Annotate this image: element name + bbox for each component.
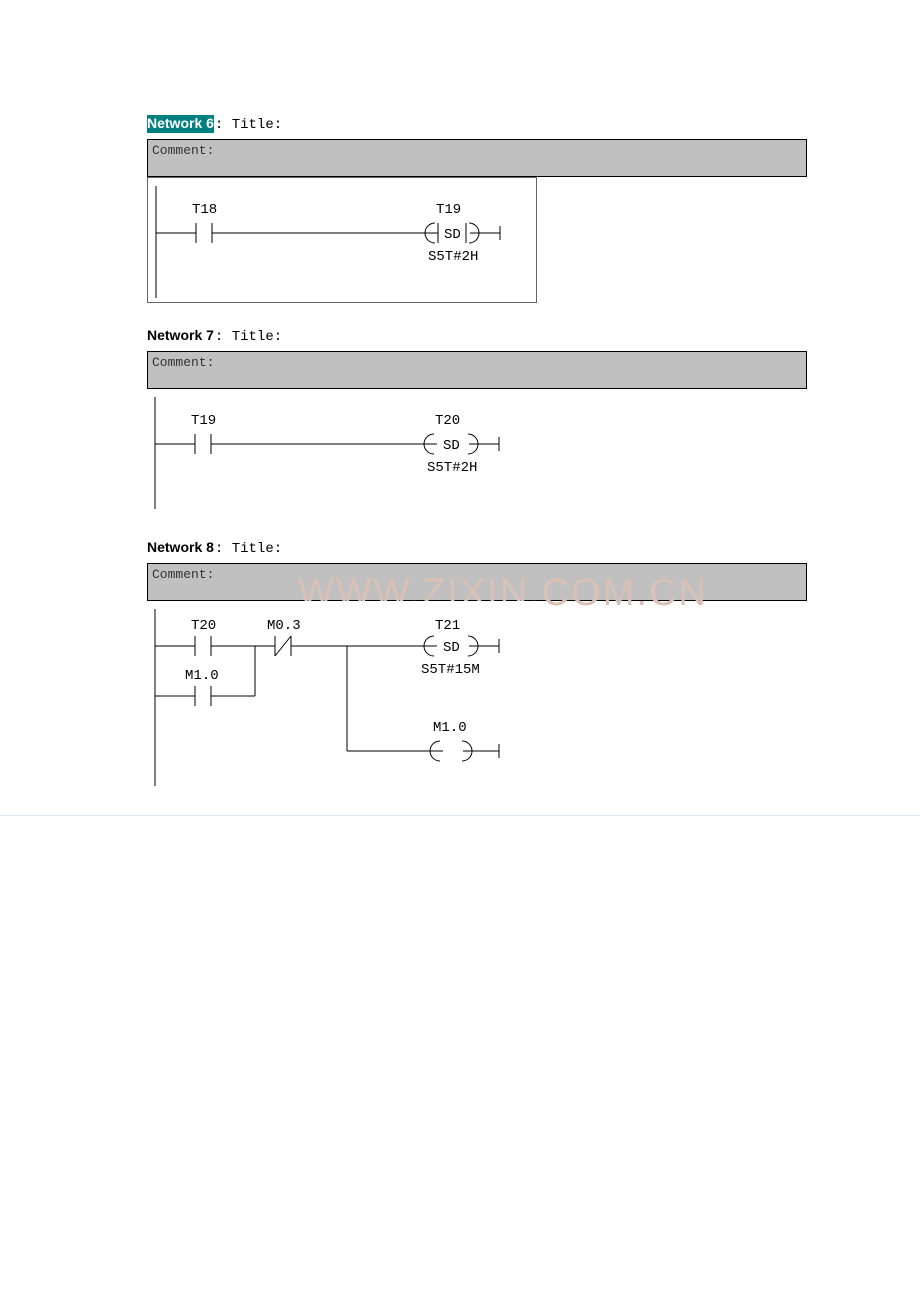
network-7: Network 7: Title: Comment: T19 T20 SD S5… xyxy=(147,327,780,515)
comment-box: Comment: xyxy=(147,351,807,389)
network-label: Network 7 xyxy=(147,327,214,343)
contact-address: T19 xyxy=(191,413,216,429)
comment-label: Comment: xyxy=(152,567,214,582)
ladder-diagram: T20 M1.0 M0.3 xyxy=(147,601,537,791)
comment-label: Comment: xyxy=(152,355,214,370)
output-address: T21 xyxy=(435,618,460,634)
contact-address: M1.0 xyxy=(185,668,219,684)
network-label: Network 6 xyxy=(147,115,214,133)
output-address: T19 xyxy=(436,202,461,218)
page-divider xyxy=(0,815,920,816)
ladder-diagram: T19 T20 SD S5T#2H xyxy=(147,389,537,515)
output-address: T20 xyxy=(435,413,460,429)
output-address: M1.0 xyxy=(433,720,467,736)
contact-address: M0.3 xyxy=(267,618,301,634)
comment-box: Comment: xyxy=(147,139,807,177)
network-header: Network 7: Title: xyxy=(147,327,780,345)
comment-label: Comment: xyxy=(152,143,214,158)
network-title: : Title: xyxy=(215,541,282,557)
network-6: Network 6: Title: Comment: T18 T19 xyxy=(147,115,780,303)
output-param: S5T#2H xyxy=(428,249,478,265)
network-title: : Title: xyxy=(215,117,282,133)
network-8: Network 8: Title: Comment: WWW.ZIXIN.COM… xyxy=(147,539,780,791)
ladder-diagram: T18 T19 SD S5T#2H xyxy=(147,177,537,303)
network-header: Network 6: Title: xyxy=(147,115,780,133)
contact-address: T18 xyxy=(192,202,217,218)
output-func: SD xyxy=(444,227,461,243)
network-title: : Title: xyxy=(215,329,282,345)
output-func: SD xyxy=(443,640,460,656)
output-func: SD xyxy=(443,438,460,454)
network-header: Network 8: Title: xyxy=(147,539,780,557)
comment-box: Comment: WWW.ZIXIN.COM.CN xyxy=(147,563,807,601)
contact-address: T20 xyxy=(191,618,216,634)
network-label: Network 8 xyxy=(147,539,214,555)
output-param: S5T#2H xyxy=(427,460,477,476)
page: Network 6: Title: Comment: T18 T19 xyxy=(0,0,920,791)
output-param: S5T#15M xyxy=(421,662,480,678)
